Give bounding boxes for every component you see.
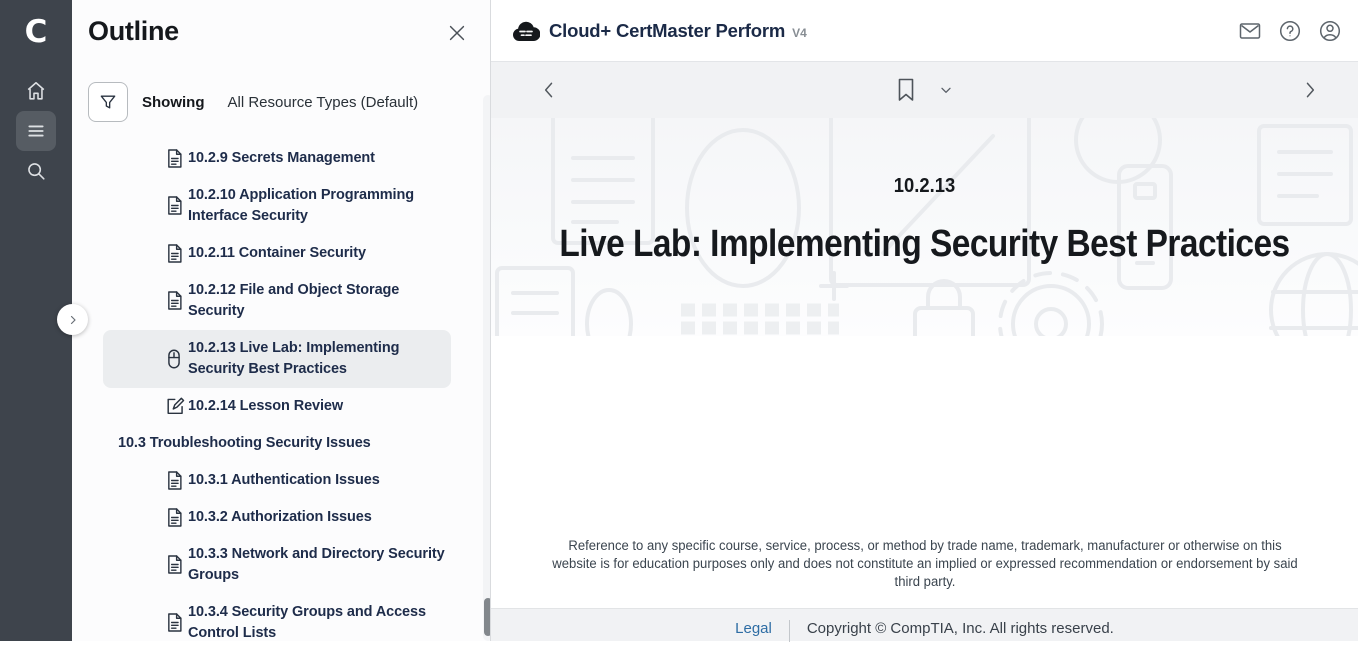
outline-item-label: 10.2.10 Application Programming Interfac… [188, 185, 451, 227]
document-icon [166, 291, 185, 312]
outline-item-label: 10.2.11 Container Security [188, 243, 366, 264]
lesson-banner: 10.2.13 Live Lab: Implementing Security … [491, 118, 1358, 336]
lesson-toolbar [491, 62, 1358, 118]
lesson-review-edit-icon [166, 396, 185, 417]
outline-item[interactable]: 10.2.9 Secrets Management [103, 140, 451, 177]
outline-item-label: 10.2.13 Live Lab: Implementing Security … [188, 338, 451, 380]
copyright-text: Copyright © CompTIA, Inc. All rights res… [807, 620, 1114, 638]
app-version: V4 [792, 22, 807, 40]
cloud-icon [512, 21, 540, 42]
home-button[interactable] [16, 71, 56, 111]
footer-content: Legal Copyright © CompTIA, Inc. All righ… [735, 620, 1114, 641]
account-button[interactable] [1318, 19, 1342, 43]
help-icon [1278, 19, 1302, 43]
filter-button[interactable] [88, 82, 128, 122]
outline-item-label: 10.3.4 Security Groups and Access Contro… [188, 602, 451, 644]
outline-item[interactable]: 10.2.14 Lesson Review [103, 388, 451, 425]
close-icon [446, 22, 468, 44]
outline-section-label: 10.3 Troubleshooting Security Issues [118, 433, 371, 454]
main-content: Cloud+ CertMaster Perform V4 [490, 0, 1358, 641]
outline-item[interactable]: 10.3.2 Authorization Issues [103, 499, 451, 536]
filter-row: Showing All Resource Types (Default) [88, 82, 418, 122]
document-icon [166, 507, 185, 528]
search-button[interactable] [16, 151, 56, 191]
document-icon [166, 555, 185, 576]
live-lab-mouse-icon [166, 349, 185, 370]
outline-panel: Outline Showing All Resource Types (Defa… [72, 0, 490, 641]
outline-item[interactable]: 10.2.10 Application Programming Interfac… [103, 177, 451, 235]
app-title: Cloud+ CertMaster Perform [549, 20, 785, 42]
outline-title: Outline [88, 16, 179, 47]
bookmark-icon [895, 77, 917, 103]
help-button[interactable] [1278, 19, 1302, 43]
document-icon [166, 196, 185, 217]
outline-item[interactable]: 10.3.3 Network and Directory Security Gr… [103, 536, 451, 594]
bookmark-group [491, 62, 1358, 118]
header-actions [1238, 0, 1342, 62]
menu-icon [26, 121, 46, 141]
filter-value: All Resource Types (Default) [228, 94, 419, 111]
document-icon [166, 613, 185, 634]
document-icon [166, 148, 185, 169]
search-icon [25, 160, 47, 182]
outline-section-header: 10.3 Troubleshooting Security Issues [103, 425, 451, 462]
outline-menu-button[interactable] [16, 111, 56, 151]
bookmark-menu-button[interactable] [938, 82, 954, 98]
page-footer: Legal Copyright © CompTIA, Inc. All righ… [491, 608, 1358, 641]
outline-item[interactable]: 10.2.12 File and Object Storage Security [103, 272, 451, 330]
home-icon [25, 80, 47, 102]
outline-item-label: 10.3.2 Authorization Issues [188, 507, 372, 528]
brand: Cloud+ CertMaster Perform V4 [512, 0, 807, 62]
outline-item[interactable]: 10.3.4 Security Groups and Access Contro… [103, 594, 451, 652]
chevron-down-icon [938, 82, 954, 98]
disclaimer-text: Reference to any specific course, servic… [552, 537, 1299, 591]
outline-item-label: 10.2.12 File and Object Storage Security [188, 280, 451, 322]
mail-icon [1238, 19, 1262, 43]
outline-item-selected[interactable]: 10.2.13 Live Lab: Implementing Security … [103, 330, 451, 388]
filter-icon [98, 92, 118, 112]
account-icon [1318, 19, 1342, 43]
outline-item-label: 10.2.9 Secrets Management [188, 148, 375, 169]
filter-showing-label: Showing [142, 94, 205, 111]
lesson-number: 10.2.13 [526, 175, 1324, 198]
outline-item[interactable]: 10.2.11 Container Security [103, 235, 451, 272]
lesson-title: Live Lab: Implementing Security Best Pra… [543, 223, 1306, 266]
bookmark-button[interactable] [895, 77, 917, 103]
document-icon [166, 470, 185, 491]
messages-button[interactable] [1238, 19, 1262, 43]
outline-list: 10.2.9 Secrets Management 10.2.10 Applic… [103, 140, 451, 652]
legal-link[interactable]: Legal [735, 620, 772, 638]
chevron-right-icon [67, 314, 79, 326]
outline-item[interactable]: 10.3.1 Authentication Issues [103, 462, 451, 499]
app-header: Cloud+ CertMaster Perform V4 [491, 0, 1358, 62]
close-outline-button[interactable] [446, 22, 468, 44]
comptia-logo: C [0, 10, 72, 54]
outline-item-label: 10.3.1 Authentication Issues [188, 470, 380, 491]
chevron-right-icon [1300, 80, 1320, 100]
footer-divider [789, 620, 790, 642]
outline-item-label: 10.3.3 Network and Directory Security Gr… [188, 544, 451, 586]
next-page-button[interactable] [1300, 80, 1320, 100]
outline-item-label: 10.2.14 Lesson Review [188, 396, 343, 417]
document-icon [166, 243, 185, 264]
panel-expand-button[interactable] [57, 304, 88, 335]
